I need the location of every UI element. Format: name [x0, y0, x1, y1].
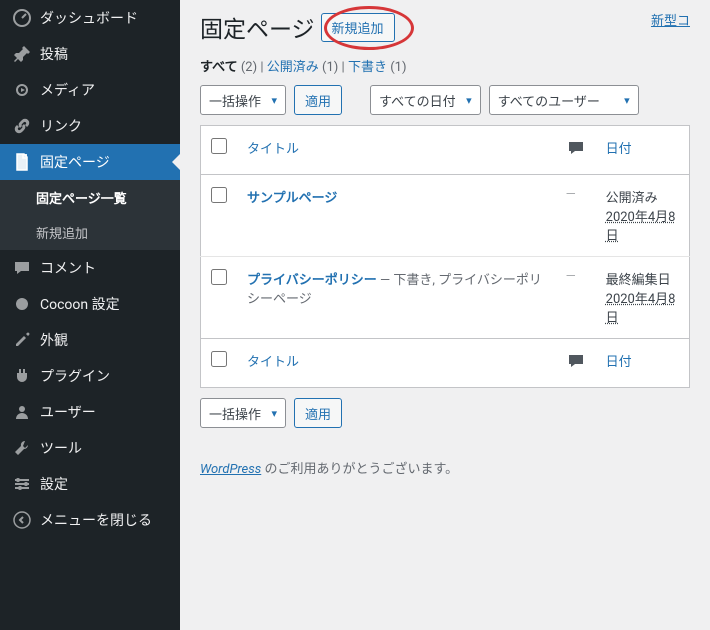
menu-label: Cocoon 設定 [40, 294, 120, 314]
menu-cocoon[interactable]: Cocoon 設定 [0, 286, 180, 322]
filter-published[interactable]: 公開済み [267, 60, 319, 75]
menu-label: 設定 [40, 474, 68, 494]
menu-settings[interactable]: 設定 [0, 466, 180, 502]
filter-all[interactable]: すべて [200, 60, 238, 75]
menu-plugins[interactable]: プラグイン [0, 358, 180, 394]
col-title-foot[interactable]: タイトル [237, 339, 556, 388]
tool-icon [12, 438, 32, 458]
col-title[interactable]: タイトル [237, 126, 556, 175]
cocoon-icon [12, 294, 32, 314]
bulk-action-select[interactable]: 一括操作 [200, 85, 286, 115]
date-filter-select[interactable]: すべての日付 [370, 85, 481, 115]
comment-bubble-icon [566, 351, 586, 371]
row-date-value: 2020年4月8日 [606, 210, 676, 244]
pin-icon [12, 44, 32, 64]
settings-icon [12, 474, 32, 494]
apply-button-bottom[interactable]: 適用 [294, 398, 342, 428]
collapse-icon [12, 510, 32, 530]
submenu-pages-add[interactable]: 新規追加 [0, 215, 180, 250]
filter-published-count: (1) [322, 60, 338, 75]
admin-sidebar: ダッシュボード 投稿 メディア リンク 固定ページ 固定ページ一覧 新規追加 コ… [0, 0, 180, 630]
dashboard-icon [12, 8, 32, 28]
menu-label: メニューを閉じる [40, 510, 152, 530]
row-title-link[interactable]: プライバシーポリシー [247, 273, 377, 288]
submenu-pages-list[interactable]: 固定ページ一覧 [0, 180, 180, 215]
row-checkbox[interactable] [211, 269, 227, 285]
link-icon [12, 116, 32, 136]
status-filters: すべて (2) | 公開済み (1) | 下書き (1) [200, 56, 690, 75]
menu-links[interactable]: リンク [0, 108, 180, 144]
row-comment-dash: — [566, 187, 576, 202]
menu-label: リンク [40, 116, 82, 136]
menu-pages[interactable]: 固定ページ [0, 144, 180, 180]
menu-users[interactable]: ユーザー [0, 394, 180, 430]
menu-label: ユーザー [40, 402, 96, 422]
menu-dashboard[interactable]: ダッシュボード [0, 0, 180, 36]
menu-label: メディア [40, 80, 95, 100]
footer-thanks: WordPress のご利用ありがとうございます。 [200, 458, 690, 477]
menu-appearance[interactable]: 外観 [0, 322, 180, 358]
apply-button-top[interactable]: 適用 [294, 85, 342, 115]
tablenav-top: 一括操作 適用 すべての日付 すべてのユーザー [200, 85, 690, 115]
menu-media[interactable]: メディア [0, 72, 180, 108]
row-title-link[interactable]: サンプルページ [247, 191, 337, 206]
col-date-foot[interactable]: 日付 [596, 339, 690, 388]
row-comment-dash: — [566, 269, 576, 284]
row-date-status: 公開済み [606, 191, 658, 206]
add-new-button[interactable]: 新規追加 [321, 13, 395, 42]
row-date-status: 最終編集日 [606, 273, 671, 288]
appearance-icon [12, 330, 32, 350]
menu-posts[interactable]: 投稿 [0, 36, 180, 72]
menu-label: 固定ページ [40, 152, 110, 172]
menu-label: プラグイン [40, 366, 110, 386]
menu-comments[interactable]: コメント [0, 250, 180, 286]
col-date[interactable]: 日付 [596, 126, 690, 175]
media-icon [12, 80, 32, 100]
page-title: 固定ページ [200, 10, 315, 44]
menu-label: 投稿 [40, 44, 68, 64]
comment-bubble-icon [566, 138, 586, 158]
submenu-pages: 固定ページ一覧 新規追加 [0, 180, 180, 250]
menu-label: コメント [40, 258, 96, 278]
select-all-header [201, 126, 238, 175]
wordpress-link[interactable]: WordPress [200, 462, 261, 477]
menu-collapse[interactable]: メニューを閉じる [0, 502, 180, 538]
page-icon [12, 152, 32, 172]
menu-label: ダッシュボード [40, 8, 138, 28]
page-header: 固定ページ 新規追加 [200, 10, 690, 44]
row-date-value: 2020年4月8日 [606, 292, 676, 326]
user-filter-select[interactable]: すべてのユーザー [489, 85, 639, 115]
select-all-checkbox[interactable] [211, 138, 227, 154]
user-icon [12, 402, 32, 422]
row-checkbox[interactable] [211, 187, 227, 203]
plugin-icon [12, 366, 32, 386]
col-comments[interactable] [556, 126, 596, 175]
pages-table: タイトル 日付 サンプルページ — 公開済み 2020年4月8日 プライバシーポリ… [200, 125, 690, 388]
menu-tools[interactable]: ツール [0, 430, 180, 466]
comment-icon [12, 258, 32, 278]
menu-label: ツール [40, 438, 82, 458]
select-all-checkbox-foot[interactable] [211, 351, 227, 367]
top-notice-link[interactable]: 新型コ [651, 10, 690, 29]
filter-draft-count: (1) [390, 60, 406, 75]
menu-label: 外観 [40, 330, 68, 350]
filter-all-count: (2) [241, 60, 257, 75]
table-row: サンプルページ — 公開済み 2020年4月8日 [201, 175, 690, 257]
tablenav-bottom: 一括操作 適用 [200, 398, 690, 428]
filter-draft[interactable]: 下書き [348, 60, 387, 75]
table-row: プライバシーポリシー — 下書き, プライバシーポリシーページ — 最終編集日2… [201, 257, 690, 339]
main-content: 新型コ 固定ページ 新規追加 すべて (2) | 公開済み (1) | 下書き … [180, 0, 710, 630]
col-comments-foot[interactable] [556, 339, 596, 388]
bulk-action-select-bottom[interactable]: 一括操作 [200, 398, 286, 428]
